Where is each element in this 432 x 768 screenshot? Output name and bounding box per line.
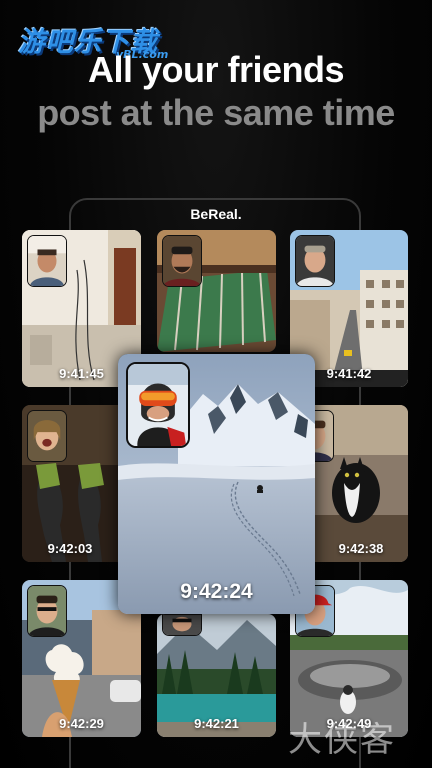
app-store-screenshot: 游吧乐下载 yBL.com All your friends post at t… [0,0,432,768]
selfie-thumbnail [126,362,190,448]
post-card[interactable] [157,230,276,352]
headline-line-1: All your friends [87,49,345,90]
post-timestamp: 9:42:21 [194,716,239,731]
post-timestamp: 9:42:03 [47,541,93,556]
post-card[interactable]: 9:42:38 [314,405,408,562]
watermark-bottom: 大侠客 [288,720,396,760]
selfie-thumbnail [314,410,334,462]
selfie-thumbnail [27,235,67,287]
selfie-thumbnail [162,614,202,636]
post-timestamp: 9:42:38 [338,541,384,556]
post-timestamp: 9:42:24 [180,580,253,603]
selfie-thumbnail [162,235,202,287]
app-logo-text: BeReal. [190,206,242,222]
selfie-thumbnail [27,585,67,637]
featured-post-card[interactable]: 9:42:24 [118,354,315,614]
selfie-thumbnail [295,235,335,287]
post-card[interactable]: 9:42:21 [157,614,276,737]
post-timestamp: 9:42:29 [59,716,104,731]
selfie-thumbnail [27,410,67,462]
post-card[interactable]: 9:42:03 [22,405,118,562]
headline-line-2: post at the same time [37,92,395,133]
